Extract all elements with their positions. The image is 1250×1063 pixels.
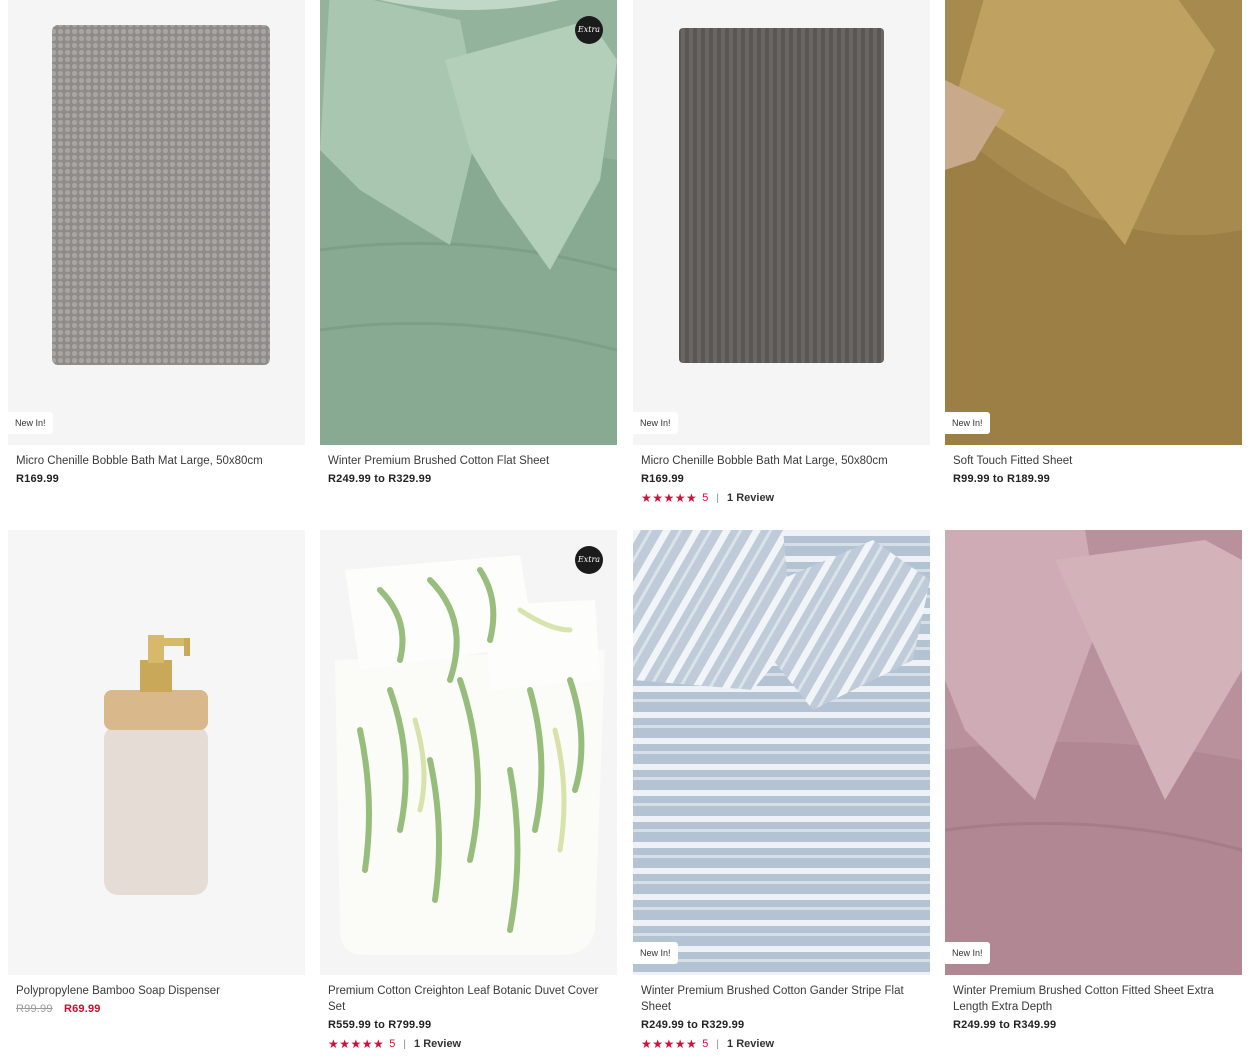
rating-separator: |: [716, 492, 720, 504]
product-card[interactable]: New In! Winter Premium Brushed Cotton Ga…: [633, 530, 930, 1060]
reviews-link[interactable]: 1 Review: [727, 492, 774, 504]
product-price: R169.99: [16, 473, 59, 485]
reviews-link[interactable]: 1 Review: [414, 1038, 461, 1050]
sale-price: R69.99: [63, 1003, 101, 1015]
rating: ★★★★★ 5 | 1 Review: [641, 1037, 921, 1051]
product-image[interactable]: [633, 530, 930, 975]
rating-separator: |: [403, 1038, 407, 1050]
rating-value: 5: [389, 1038, 396, 1050]
product-title[interactable]: Premium Cotton Creighton Leaf Botanic Du…: [328, 983, 608, 1015]
product-price: R249.99 to R349.99: [953, 1019, 1057, 1031]
rating-value: 5: [702, 1038, 709, 1050]
extra-badge: Extra: [575, 546, 603, 574]
product-price: R249.99 to R329.99: [641, 1019, 745, 1031]
product-image[interactable]: [8, 0, 305, 445]
product-title[interactable]: Winter Premium Brushed Cotton Flat Sheet: [328, 453, 608, 469]
product-title[interactable]: Soft Touch Fitted Sheet: [953, 453, 1233, 469]
blue-stripe-sheet-image: [633, 530, 930, 975]
product-price: R249.99 to R329.99: [328, 473, 432, 485]
product-image[interactable]: [320, 530, 617, 975]
grey-bobble-bath-mat-image: [8, 0, 305, 445]
rating-value: 5: [702, 492, 709, 504]
product-card[interactable]: New In! Soft Touch Fitted Sheet R99.99 t…: [945, 0, 1242, 520]
product-price: R169.99: [641, 473, 684, 485]
new-in-badge: New In!: [945, 942, 990, 964]
bamboo-soap-dispenser-image: [8, 530, 305, 975]
star-rating-icon: ★★★★★: [328, 1037, 385, 1051]
star-rating-icon: ★★★★★: [641, 491, 698, 505]
botanic-leaf-duvet-image: [320, 530, 617, 975]
sage-green-sheet-pillows-image: [320, 0, 617, 445]
product-title[interactable]: Polypropylene Bamboo Soap Dispenser: [16, 983, 296, 999]
product-price: R99.99 R69.99: [16, 1003, 296, 1015]
product-image[interactable]: [320, 0, 617, 445]
product-card[interactable]: Extra Premium Cotton Creighton Leaf Bota…: [320, 530, 617, 1060]
product-card[interactable]: New In! Micro Chenille Bobble Bath Mat L…: [633, 0, 930, 520]
new-in-badge: New In!: [633, 942, 678, 964]
product-title[interactable]: Winter Premium Brushed Cotton Fitted She…: [953, 983, 1233, 1015]
new-in-badge: New In!: [8, 412, 53, 434]
product-image[interactable]: [945, 530, 1242, 975]
reviews-link[interactable]: 1 Review: [727, 1038, 774, 1050]
charcoal-bath-mat-image: [633, 0, 930, 445]
star-rating-icon: ★★★★★: [641, 1037, 698, 1051]
product-title[interactable]: Winter Premium Brushed Cotton Gander Str…: [641, 983, 921, 1015]
product-title[interactable]: Micro Chenille Bobble Bath Mat Large, 50…: [16, 453, 296, 469]
product-image[interactable]: [633, 0, 930, 445]
mustard-sheet-pillow-image: [945, 0, 1242, 445]
product-price: R99.99 to R189.99: [953, 473, 1050, 485]
product-card[interactable]: New In! Micro Chenille Bobble Bath Mat L…: [8, 0, 305, 520]
product-image[interactable]: [945, 0, 1242, 445]
dusty-pink-sheet-pillows-image: [945, 530, 1242, 975]
rating: ★★★★★ 5 | 1 Review: [641, 491, 921, 505]
product-card[interactable]: Extra Winter Premium Brushed Cotton Flat…: [320, 0, 617, 520]
new-in-badge: New In!: [945, 412, 990, 434]
extra-badge: Extra: [575, 16, 603, 44]
was-price: R99.99: [16, 1003, 53, 1015]
product-card[interactable]: New In! Winter Premium Brushed Cotton Fi…: [945, 530, 1242, 1060]
rating: ★★★★★ 5 | 1 Review: [328, 1037, 608, 1051]
product-price: R559.99 to R799.99: [328, 1019, 432, 1031]
product-card[interactable]: Polypropylene Bamboo Soap Dispenser R99.…: [8, 530, 305, 1060]
product-title[interactable]: Micro Chenille Bobble Bath Mat Large, 50…: [641, 453, 921, 469]
rating-separator: |: [716, 1038, 720, 1050]
product-image[interactable]: [8, 530, 305, 975]
new-in-badge: New In!: [633, 412, 678, 434]
